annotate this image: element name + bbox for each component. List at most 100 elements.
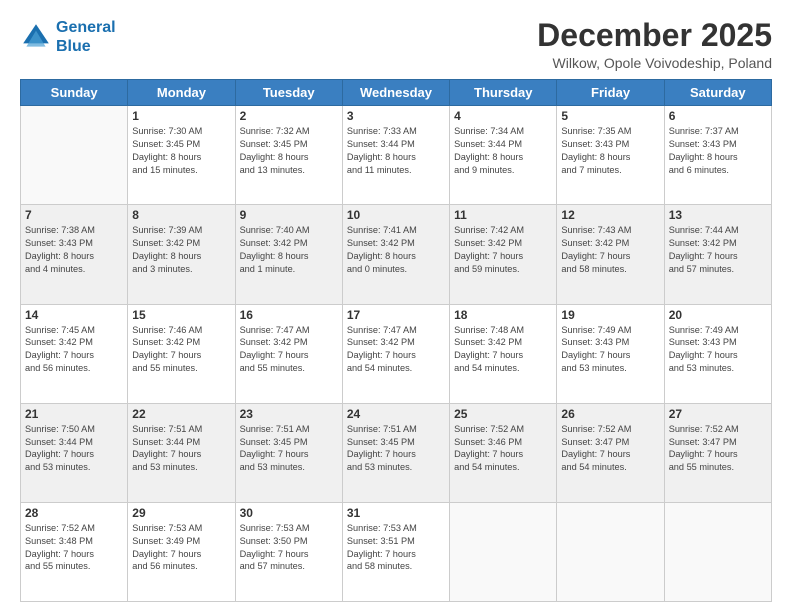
cell-info: and 55 minutes. bbox=[25, 560, 123, 573]
cell-info: Sunset: 3:43 PM bbox=[669, 138, 767, 151]
cell-info: Daylight: 7 hours bbox=[347, 349, 445, 362]
day-number: 16 bbox=[240, 308, 338, 322]
cell-info: Daylight: 8 hours bbox=[240, 250, 338, 263]
cell-info: and 53 minutes. bbox=[25, 461, 123, 474]
cell-info: and 4 minutes. bbox=[25, 263, 123, 276]
day-number: 20 bbox=[669, 308, 767, 322]
cell-info: Sunrise: 7:53 AM bbox=[347, 522, 445, 535]
day-number: 21 bbox=[25, 407, 123, 421]
calendar-cell bbox=[21, 106, 128, 205]
cell-info: Sunset: 3:42 PM bbox=[454, 336, 552, 349]
cell-info: Sunset: 3:42 PM bbox=[347, 237, 445, 250]
calendar-cell: 20Sunrise: 7:49 AMSunset: 3:43 PMDayligh… bbox=[664, 304, 771, 403]
day-number: 12 bbox=[561, 208, 659, 222]
cell-info: Daylight: 7 hours bbox=[25, 548, 123, 561]
cell-info: Sunset: 3:49 PM bbox=[132, 535, 230, 548]
cell-info: Sunset: 3:44 PM bbox=[454, 138, 552, 151]
cell-info: and 59 minutes. bbox=[454, 263, 552, 276]
day-number: 5 bbox=[561, 109, 659, 123]
cell-info: Sunrise: 7:35 AM bbox=[561, 125, 659, 138]
cell-info: Daylight: 8 hours bbox=[240, 151, 338, 164]
logo-general: General bbox=[56, 19, 116, 36]
calendar-cell: 26Sunrise: 7:52 AMSunset: 3:47 PMDayligh… bbox=[557, 403, 664, 502]
cell-info: Sunrise: 7:43 AM bbox=[561, 224, 659, 237]
cell-info: Sunset: 3:47 PM bbox=[561, 436, 659, 449]
day-number: 4 bbox=[454, 109, 552, 123]
calendar-cell: 5 Sunrise: 7:35 AMSunset: 3:43 PMDaylight… bbox=[557, 106, 664, 205]
cell-info: Daylight: 7 hours bbox=[132, 548, 230, 561]
logo-text: General Blue bbox=[56, 18, 116, 56]
calendar-cell: 29Sunrise: 7:53 AMSunset: 3:49 PMDayligh… bbox=[128, 502, 235, 601]
day-number: 15 bbox=[132, 308, 230, 322]
cell-info: and 13 minutes. bbox=[240, 164, 338, 177]
calendar-cell: 18Sunrise: 7:48 AMSunset: 3:42 PMDayligh… bbox=[450, 304, 557, 403]
cell-info: and 53 minutes. bbox=[132, 461, 230, 474]
cell-info: Sunrise: 7:30 AM bbox=[132, 125, 230, 138]
calendar-cell: 6Sunrise: 7:37 AMSunset: 3:43 PMDaylight… bbox=[664, 106, 771, 205]
cell-info: Sunrise: 7:50 AM bbox=[25, 423, 123, 436]
calendar-cell: 3Sunrise: 7:33 AMSunset: 3:44 PMDaylight… bbox=[342, 106, 449, 205]
cell-info: and 54 minutes. bbox=[347, 362, 445, 375]
calendar-cell: 28Sunrise: 7:52 AMSunset: 3:48 PMDayligh… bbox=[21, 502, 128, 601]
day-number: 3 bbox=[347, 109, 445, 123]
calendar-cell: 22 Sunrise: 7:51 AMSunset: 3:44 PMDayligh… bbox=[128, 403, 235, 502]
calendar-cell: 17Sunrise: 7:47 AMSunset: 3:42 PMDayligh… bbox=[342, 304, 449, 403]
cell-info: Sunrise: 7:40 AM bbox=[240, 224, 338, 237]
cell-info: Sunrise: 7:53 AM bbox=[240, 522, 338, 535]
day-number: 22 bbox=[132, 407, 230, 421]
calendar-cell: 19Sunrise: 7:49 AMSunset: 3:43 PMDayligh… bbox=[557, 304, 664, 403]
cell-info: Sunrise: 7:42 AM bbox=[454, 224, 552, 237]
week-row-0: 1Sunrise: 7:30 AMSunset: 3:45 PMDaylight… bbox=[21, 106, 772, 205]
cell-info: Daylight: 7 hours bbox=[454, 250, 552, 263]
calendar-cell: 2Sunrise: 7:32 AMSunset: 3:45 PMDaylight… bbox=[235, 106, 342, 205]
cell-info: and 3 minutes. bbox=[132, 263, 230, 276]
day-number: 8 bbox=[132, 208, 230, 222]
calendar-cell: 4 Sunrise: 7:34 AMSunset: 3:44 PMDaylight… bbox=[450, 106, 557, 205]
day-number: 19 bbox=[561, 308, 659, 322]
cell-info: Sunset: 3:44 PM bbox=[132, 436, 230, 449]
cell-info: Sunrise: 7:44 AM bbox=[669, 224, 767, 237]
cell-info: Sunrise: 7:52 AM bbox=[454, 423, 552, 436]
cell-info: Sunrise: 7:34 AM bbox=[454, 125, 552, 138]
cell-info: Sunrise: 7:41 AM bbox=[347, 224, 445, 237]
cell-info: Daylight: 8 hours bbox=[454, 151, 552, 164]
cell-info: Sunrise: 7:49 AM bbox=[669, 324, 767, 337]
cell-info: Sunrise: 7:45 AM bbox=[25, 324, 123, 337]
cell-info: Sunset: 3:46 PM bbox=[454, 436, 552, 449]
cell-info: and 54 minutes. bbox=[454, 362, 552, 375]
cell-info: Sunset: 3:43 PM bbox=[561, 336, 659, 349]
day-header-thursday: Thursday bbox=[450, 80, 557, 106]
cell-info: Sunrise: 7:49 AM bbox=[561, 324, 659, 337]
cell-info: Daylight: 7 hours bbox=[25, 448, 123, 461]
calendar-cell bbox=[664, 502, 771, 601]
logo-blue: Blue bbox=[56, 38, 91, 55]
cell-info: Sunset: 3:42 PM bbox=[240, 237, 338, 250]
cell-info: Sunset: 3:43 PM bbox=[561, 138, 659, 151]
cell-info: and 6 minutes. bbox=[669, 164, 767, 177]
calendar-cell: 10Sunrise: 7:41 AMSunset: 3:42 PMDayligh… bbox=[342, 205, 449, 304]
cell-info: Sunset: 3:42 PM bbox=[669, 237, 767, 250]
cell-info: Daylight: 7 hours bbox=[347, 548, 445, 561]
cell-info: Daylight: 8 hours bbox=[561, 151, 659, 164]
cell-info: Daylight: 7 hours bbox=[561, 448, 659, 461]
day-number: 27 bbox=[669, 407, 767, 421]
cell-info: Daylight: 7 hours bbox=[454, 349, 552, 362]
cell-info: Daylight: 8 hours bbox=[25, 250, 123, 263]
cell-info: Daylight: 7 hours bbox=[669, 349, 767, 362]
day-number: 2 bbox=[240, 109, 338, 123]
cell-info: Sunrise: 7:39 AM bbox=[132, 224, 230, 237]
cell-info: Daylight: 8 hours bbox=[132, 250, 230, 263]
cell-info: Daylight: 7 hours bbox=[132, 448, 230, 461]
cell-info: Sunrise: 7:51 AM bbox=[132, 423, 230, 436]
cell-info: Sunset: 3:42 PM bbox=[132, 336, 230, 349]
day-header-tuesday: Tuesday bbox=[235, 80, 342, 106]
cell-info: Sunset: 3:42 PM bbox=[240, 336, 338, 349]
cell-info: Daylight: 7 hours bbox=[240, 548, 338, 561]
cell-info: Daylight: 7 hours bbox=[347, 448, 445, 461]
calendar-cell bbox=[450, 502, 557, 601]
cell-info: and 58 minutes. bbox=[347, 560, 445, 573]
day-number: 13 bbox=[669, 208, 767, 222]
cell-info: Sunrise: 7:52 AM bbox=[561, 423, 659, 436]
day-number: 29 bbox=[132, 506, 230, 520]
cell-info: Sunset: 3:43 PM bbox=[25, 237, 123, 250]
